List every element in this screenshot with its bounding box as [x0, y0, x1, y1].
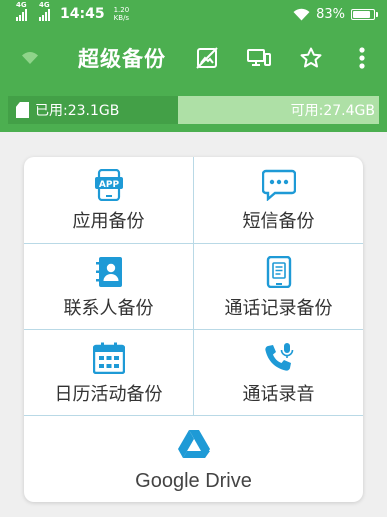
svg-text:APP: APP — [98, 180, 119, 190]
page-title: 超级备份 — [78, 47, 166, 71]
network-type-1: 4G — [16, 1, 27, 9]
storage-used-label: 已用:23.1GB — [35, 103, 120, 119]
google-drive-icon — [176, 426, 212, 462]
no-image-icon[interactable] — [181, 28, 233, 88]
network-speed: 1.20 KB/s — [114, 6, 130, 22]
storage-bar-section: 已用:23.1GB 可用:27.4GB — [0, 88, 387, 132]
google-drive-label: Google Drive — [135, 470, 252, 492]
app-backup-label: 应用备份 — [72, 211, 145, 232]
calendar-backup-button[interactable]: 日历活动备份 — [24, 330, 193, 415]
app-icon: APP — [91, 167, 127, 203]
calendar-icon — [91, 340, 127, 376]
call-record-icon — [261, 340, 297, 376]
google-drive-button[interactable]: Google Drive — [24, 416, 363, 502]
more-vert-icon[interactable] — [337, 28, 387, 88]
storage-free-label: 可用:27.4GB — [290, 103, 375, 119]
sms-backup-button[interactable]: 短信备份 — [194, 157, 363, 243]
network-speed-value: 1.20 — [113, 6, 130, 14]
wifi-icon[interactable] — [0, 28, 60, 88]
call-log-backup-button[interactable]: 通话记录备份 — [194, 244, 363, 329]
calendar-backup-label: 日历活动备份 — [54, 383, 163, 405]
call-recording-label: 通话录音 — [242, 383, 315, 405]
sms-backup-label: 短信备份 — [242, 211, 315, 232]
call-recording-button[interactable]: 通话录音 — [194, 330, 363, 415]
network-speed-unit: KB/s — [113, 14, 130, 22]
sms-icon — [261, 167, 297, 203]
devices-icon[interactable] — [233, 28, 285, 88]
contacts-backup-button[interactable]: 联系人备份 — [24, 244, 193, 329]
call-log-backup-label: 通话记录备份 — [224, 297, 333, 319]
network-type-2: 4G — [39, 1, 50, 9]
signal-icon-2: 4G — [39, 1, 50, 21]
sd-card-icon — [16, 102, 29, 118]
backup-menu-card: APP 应用备份 短信备份 联系人备份 通话记录备份 日历活动备份 通话录音 G… — [24, 157, 363, 502]
contacts-icon — [91, 254, 127, 290]
wifi-status-icon — [293, 8, 310, 20]
battery-percent: 83% — [316, 6, 345, 22]
status-bar: 4G 4G 14:45 1.20 KB/s 83% — [0, 0, 387, 28]
star-icon[interactable] — [285, 28, 337, 88]
call-log-icon — [261, 254, 297, 290]
contacts-backup-label: 联系人备份 — [63, 297, 154, 319]
battery-icon — [351, 8, 378, 20]
app-toolbar: 超级备份 — [0, 28, 387, 88]
signal-icon-1: 4G — [16, 1, 27, 21]
storage-bar: 已用:23.1GB 可用:27.4GB — [8, 96, 379, 124]
app-backup-button[interactable]: APP 应用备份 — [24, 157, 193, 243]
clock: 14:45 — [60, 6, 105, 22]
